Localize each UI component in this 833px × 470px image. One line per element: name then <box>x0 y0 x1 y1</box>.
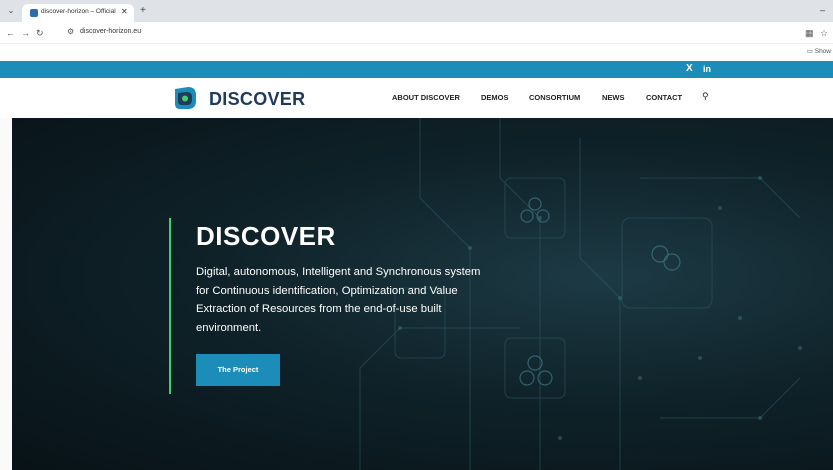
hero-title: DISCOVER <box>196 221 336 251</box>
nav-item-about[interactable]: ABOUT DISCOVER <box>392 93 460 102</box>
site-info-icon[interactable]: ⚙ <box>67 27 74 36</box>
tab-search-icon[interactable]: ⌄ <box>5 6 17 16</box>
url-text[interactable]: discover-horizon.eu <box>80 28 141 35</box>
bookmarks-bar: ▭ Show <box>0 44 833 61</box>
bookmark-folder[interactable]: ▭ Show <box>807 47 831 55</box>
site-topbar: X in <box>0 61 833 78</box>
search-icon[interactable]: ⚲ <box>702 91 709 102</box>
hero-description: Digital, autonomous, Intelligent and Syn… <box>196 266 481 334</box>
tab-title: discover-horizon – Official Proj <box>41 8 116 15</box>
site-logo-text[interactable]: DISCOVER <box>209 89 305 110</box>
browser-tabstrip: ⌄ discover-horizon – Official Proj ✕ + – <box>0 0 833 22</box>
browser-tab[interactable]: discover-horizon – Official Proj ✕ <box>22 4 134 22</box>
x-social-icon[interactable]: X <box>686 63 693 74</box>
hero-left-edge <box>0 118 12 470</box>
hero-accent-line <box>169 218 171 394</box>
nav-item-news[interactable]: NEWS <box>602 93 625 102</box>
browser-toolbar: ← → ↻ ⚙ discover-horizon.eu ▦ ☆ <box>0 22 833 44</box>
the-project-button[interactable]: The Project <box>196 354 280 386</box>
nav-item-consortium[interactable]: CONSORTIUM <box>529 93 580 102</box>
favicon-icon <box>30 9 38 17</box>
back-icon[interactable]: ← <box>6 27 15 39</box>
site-navbar: DISCOVER ABOUT DISCOVER DEMOS CONSORTIUM… <box>0 78 833 118</box>
hero-section: DISCOVER Digital, autonomous, Intelligen… <box>0 118 833 470</box>
close-icon[interactable]: ✕ <box>121 7 128 16</box>
forward-icon[interactable]: → <box>21 27 30 39</box>
translate-icon[interactable]: ▦ <box>805 27 814 39</box>
address-bar[interactable]: ⚙ discover-horizon.eu <box>62 26 792 40</box>
nav-item-demos[interactable]: DEMOS <box>481 93 509 102</box>
folder-icon: ▭ <box>806 48 813 55</box>
minimize-icon[interactable]: – <box>820 5 825 15</box>
nav-item-contact[interactable]: CONTACT <box>646 93 682 102</box>
bookmark-star-icon[interactable]: ☆ <box>820 27 828 39</box>
linkedin-icon[interactable]: in <box>703 64 711 74</box>
bookmark-label: Show <box>814 48 831 55</box>
discover-logo-icon[interactable] <box>172 85 198 111</box>
new-tab-icon[interactable]: + <box>140 5 146 17</box>
reload-icon[interactable]: ↻ <box>36 27 44 39</box>
